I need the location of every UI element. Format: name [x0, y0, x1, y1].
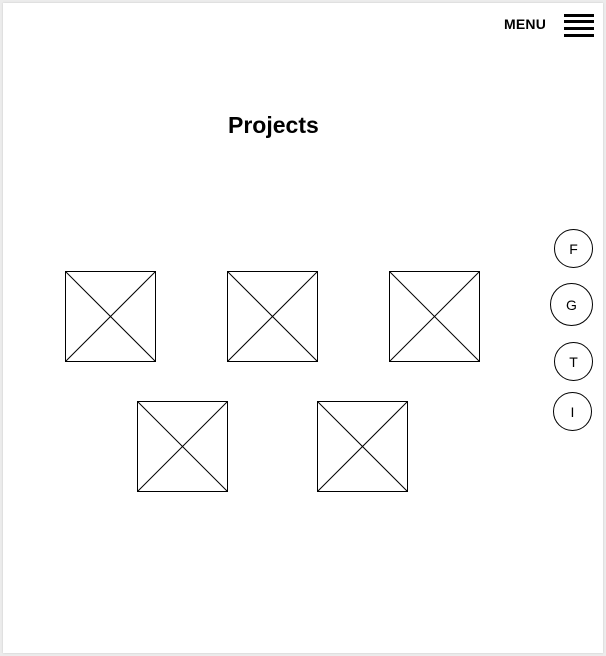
social-button-g[interactable]: G: [550, 283, 593, 326]
social-label: F: [569, 240, 578, 257]
menu-label[interactable]: MENU: [504, 16, 546, 32]
image-placeholder-icon: [227, 271, 318, 362]
social-button-i[interactable]: I: [553, 392, 592, 431]
project-thumbnail-2[interactable]: [227, 271, 318, 362]
project-thumbnail-3[interactable]: [389, 271, 480, 362]
social-button-t[interactable]: T: [554, 342, 593, 381]
image-placeholder-icon: [137, 401, 228, 492]
social-label: T: [569, 353, 578, 370]
social-label: I: [570, 403, 575, 420]
image-placeholder-icon: [65, 271, 156, 362]
project-thumbnail-5[interactable]: [317, 401, 408, 492]
image-placeholder-icon: [317, 401, 408, 492]
project-thumbnail-1[interactable]: [65, 271, 156, 362]
project-thumbnail-4[interactable]: [137, 401, 228, 492]
hamburger-menu-icon[interactable]: [564, 14, 594, 37]
social-label: G: [566, 296, 577, 313]
image-placeholder-icon: [389, 271, 480, 362]
social-button-f[interactable]: F: [554, 229, 593, 268]
page-title: Projects: [228, 112, 319, 138]
page-frame: MENU Projects F G T I: [3, 3, 603, 653]
